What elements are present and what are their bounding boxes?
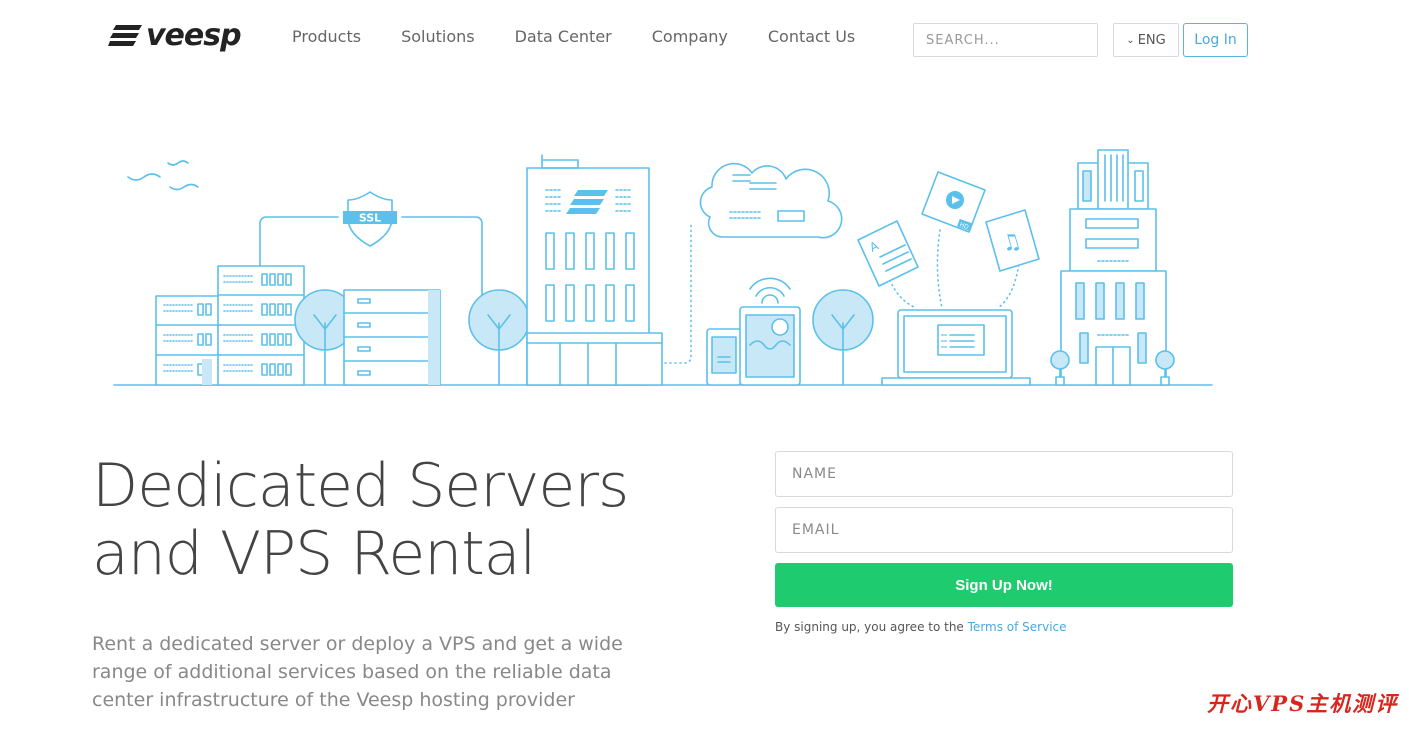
- wifi-icon: [749, 277, 791, 304]
- main-nav: Products Solutions Data Center Company C…: [292, 27, 895, 46]
- terms-text: By signing up, you agree to the: [775, 620, 968, 634]
- terms-notice: By signing up, you agree to the Terms of…: [775, 620, 1067, 634]
- logo-stripes-icon: [108, 25, 142, 46]
- title-line-2: and VPS Rental: [92, 519, 536, 589]
- logo-text: veesp: [146, 17, 242, 53]
- tablet-icon: [739, 306, 801, 386]
- watermark-text: 开心VPS主机测评: [1207, 691, 1399, 716]
- birds-icon: [127, 160, 199, 191]
- ssl-shield-icon: SSL: [343, 191, 397, 247]
- nav-solutions[interactable]: Solutions: [401, 27, 475, 46]
- language-selector[interactable]: ⌄ ENG: [1113, 23, 1179, 57]
- search-input[interactable]: [913, 23, 1098, 57]
- network-line: [259, 216, 339, 267]
- name-input[interactable]: [775, 451, 1233, 497]
- tower-building-icon: [1060, 149, 1167, 386]
- nav-contact-us[interactable]: Contact Us: [768, 27, 855, 46]
- title-line-1: Dedicated Servers: [92, 451, 629, 521]
- site-header: veesp Products Solutions Data Center Com…: [0, 0, 1409, 75]
- tree-icon: [812, 289, 874, 386]
- video-file-icon: HD: [921, 171, 986, 233]
- network-line: [401, 216, 483, 298]
- terms-of-service-link[interactable]: Terms of Service: [968, 620, 1067, 634]
- veesp-logo[interactable]: veesp: [108, 17, 242, 53]
- nav-company[interactable]: Company: [652, 27, 728, 46]
- document-icon: A: [857, 220, 919, 287]
- email-input[interactable]: [775, 507, 1233, 553]
- language-label: ENG: [1137, 32, 1166, 48]
- ssl-label: SSL: [359, 212, 381, 225]
- page-title: Dedicated Servers and VPS Rental: [92, 452, 712, 588]
- storage-cabinet-icon: [343, 289, 441, 386]
- login-button[interactable]: Log In: [1183, 23, 1248, 57]
- cloud-link-dotted: [664, 222, 692, 364]
- chevron-down-icon: ⌄: [1126, 34, 1135, 46]
- cloud-icon: [699, 162, 843, 239]
- office-building-icon: [526, 154, 663, 386]
- tree-icon: [468, 289, 530, 386]
- phone-icon: [706, 328, 742, 386]
- hero-illustration: SSL A HD ♫: [113, 149, 1213, 386]
- server-rack-icon: [155, 265, 305, 386]
- signup-button[interactable]: Sign Up Now!: [775, 563, 1233, 607]
- hero-description: Rent a dedicated server or deploy a VPS …: [92, 633, 623, 711]
- laptop-icon: [881, 309, 1031, 386]
- nav-data-center[interactable]: Data Center: [515, 27, 612, 46]
- nav-products[interactable]: Products: [292, 27, 361, 46]
- music-file-icon: ♫: [985, 209, 1040, 272]
